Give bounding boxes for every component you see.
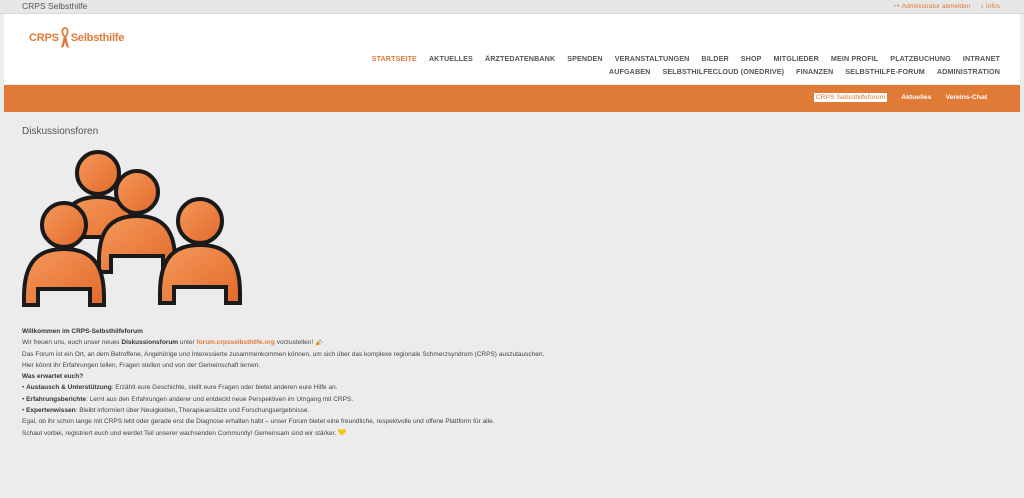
bullet-item: • Austausch & Unterstützung: Erzählt eur… bbox=[22, 382, 982, 393]
forum-link[interactable]: forum.crpsselbsthilfe.org bbox=[197, 339, 275, 346]
sub-navigation-bar: CRPS Selbsthilfeforum Aktuelles Vereins-… bbox=[4, 85, 1020, 112]
nav-item-aerztedatenbank[interactable]: ÄRZTEDATENBANK bbox=[485, 54, 555, 67]
logo-text-left: CRPS bbox=[29, 32, 59, 44]
nav-item-selbsthilfecloud[interactable]: SELBSTHILFECLOUD (ONEDRIVE) bbox=[662, 67, 784, 80]
bullet-title: Erfahrungsberichte bbox=[26, 395, 87, 403]
nav-item-shop[interactable]: SHOP bbox=[741, 54, 762, 67]
expect-line: Was erwartet euch? bbox=[22, 371, 982, 382]
welcome-line: Willkommen im CRPS-Selbsthilfeforum bbox=[22, 326, 982, 337]
forum-intro-text: Willkommen im CRPS-Selbsthilfeforum Wir … bbox=[22, 326, 982, 439]
nav-row-2: AUFGABEN SELBSTHILFECLOUD (ONEDRIVE) FIN… bbox=[300, 67, 1000, 80]
nav-item-aufgaben[interactable]: AUFGABEN bbox=[609, 67, 651, 80]
site-header: CRPS Selbsthilfe STARTSEITE AKTUELLES ÄR… bbox=[4, 14, 1020, 84]
main-navigation: STARTSEITE AKTUELLES ÄRZTEDATENBANK SPEN… bbox=[300, 54, 1000, 80]
expect-heading: Was erwartet euch? bbox=[22, 373, 84, 381]
info-link[interactable]: ↓ Infos bbox=[980, 2, 1000, 10]
site-logo[interactable]: CRPS Selbsthilfe bbox=[29, 27, 124, 49]
intro-text-mid: unter bbox=[178, 339, 197, 347]
nav-item-startseite[interactable]: STARTSEITE bbox=[372, 54, 417, 67]
bullet-title: Austausch & Unterstützung bbox=[26, 384, 112, 392]
para-share: Hier könnt ihr Erfahrungen teilen, Frage… bbox=[22, 361, 261, 369]
nav-item-mein-profil[interactable]: MEIN PROFIL bbox=[831, 54, 878, 67]
info-label: Infos bbox=[985, 2, 1000, 10]
page-title: Diskussionsforen bbox=[22, 126, 99, 137]
logout-label: Administrator abmelden bbox=[901, 2, 971, 10]
nav-item-bilder[interactable]: BILDER bbox=[701, 54, 728, 67]
nav-item-selbsthilfe-forum[interactable]: SELBSTHILFE-FORUM bbox=[845, 67, 925, 80]
bullet-text: : Bleibt informiert über Neuigkeiten, Th… bbox=[75, 407, 310, 415]
nav-item-intranet[interactable]: INTRANET bbox=[963, 54, 1000, 67]
logout-icon: ↦ bbox=[893, 3, 900, 10]
nav-item-spenden[interactable]: SPENDEN bbox=[567, 54, 602, 67]
nav-item-veranstaltungen[interactable]: VERANSTALTUNGEN bbox=[615, 54, 690, 67]
bullet-text: : Erzählt eure Geschichte, stellt eure F… bbox=[111, 384, 338, 392]
para-everyone: Egal, ob ihr schon lange mit CRPS lebt o… bbox=[22, 418, 495, 426]
nav-item-platzbuchung[interactable]: PLATZBUCHUNG bbox=[890, 54, 951, 67]
bullet-item: • Expertenwissen: Bleibt informiert über… bbox=[22, 405, 982, 416]
bullet-dot: • bbox=[22, 395, 25, 403]
nav-item-aktuelles[interactable]: AKTUELLES bbox=[429, 54, 473, 67]
awareness-ribbon-icon bbox=[60, 27, 69, 48]
sub-navigation: CRPS Selbsthilfeforum Aktuelles Vereins-… bbox=[813, 93, 987, 102]
top-bar: CRPS Selbsthilfe ↦ Administrator abmelde… bbox=[0, 0, 1024, 14]
closing-line: Schaut vorbei, registriert euch und werd… bbox=[22, 428, 982, 439]
bullet-dot: • bbox=[22, 384, 25, 392]
intro-line: Wir freuen uns, euch unser neues Diskuss… bbox=[22, 337, 982, 348]
para-forum-purpose: Das Forum ist ein Ort, an dem Betroffene… bbox=[22, 350, 545, 358]
nav-item-finanzen[interactable]: FINANZEN bbox=[796, 67, 833, 80]
yellow-heart-icon bbox=[338, 429, 346, 436]
subnav-item-vereins-chat[interactable]: Vereins-Chat bbox=[945, 94, 987, 101]
nav-item-administration[interactable]: ADMINISTRATION bbox=[937, 67, 1000, 80]
intro-text-bold: Diskussionsforum bbox=[121, 339, 179, 347]
logo-text-right: Selbsthilfe bbox=[70, 32, 125, 44]
closing-text: Schaut vorbei, registriert euch und werd… bbox=[22, 429, 338, 437]
subnav-item-forum[interactable]: CRPS Selbsthilfeforum bbox=[813, 93, 888, 102]
intro-text-pre: Wir freuen uns, euch unser neues bbox=[22, 339, 122, 347]
nav-item-mitglieder[interactable]: MITGLIEDER bbox=[774, 54, 819, 67]
people-group-icon bbox=[22, 150, 242, 307]
bullet-title: Expertenwissen bbox=[26, 407, 76, 415]
party-popper-icon bbox=[315, 339, 323, 346]
intro-text-post: vorzustellen! bbox=[274, 339, 316, 347]
bullet-item: • Erfahrungsberichte: Lernt aus den Erfa… bbox=[22, 394, 982, 405]
subnav-item-aktuelles[interactable]: Aktuelles bbox=[901, 94, 931, 101]
top-links: ↦ Administrator abmelden ↓ Infos bbox=[893, 2, 1000, 11]
logout-link[interactable]: ↦ Administrator abmelden bbox=[893, 2, 971, 11]
welcome-heading: Willkommen im CRPS-Selbsthilfeforum bbox=[22, 328, 143, 335]
info-icon: ↓ bbox=[980, 2, 984, 10]
nav-row-1: STARTSEITE AKTUELLES ÄRZTEDATENBANK SPEN… bbox=[300, 54, 1000, 67]
site-title: CRPS Selbsthilfe bbox=[22, 1, 88, 11]
bullet-text: : Lernt aus den Erfahrungen anderer und … bbox=[86, 395, 354, 403]
main-content: Diskussionsforen bbox=[22, 126, 1002, 309]
bullet-dot: • bbox=[22, 407, 25, 415]
